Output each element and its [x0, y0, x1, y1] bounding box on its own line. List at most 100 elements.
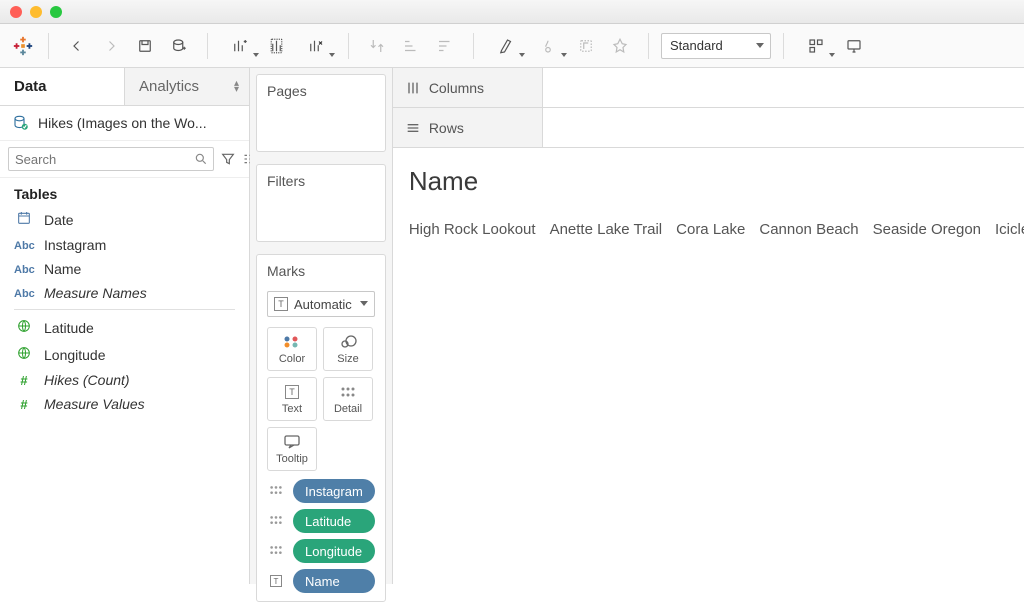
- detail-card[interactable]: Detail: [323, 377, 373, 421]
- text-card[interactable]: T Text: [267, 377, 317, 421]
- tab-analytics[interactable]: Analytics ▴▾: [124, 68, 249, 105]
- pill-instagram[interactable]: Instagram: [293, 479, 375, 503]
- tab-analytics-label: Analytics: [139, 78, 199, 95]
- marks-card: Marks T Automatic Color Size T: [256, 254, 386, 602]
- window-titlebar: [0, 0, 1024, 24]
- tables-heading: Tables: [0, 178, 249, 206]
- sort-desc-button[interactable]: [429, 31, 461, 61]
- field-latitude[interactable]: Latitude: [8, 314, 241, 341]
- close-window-button[interactable]: [10, 6, 22, 18]
- field-type-icon: #: [14, 397, 34, 412]
- datasource-icon: [12, 114, 30, 132]
- undo-button[interactable]: [61, 31, 93, 61]
- marks-label: Marks: [257, 255, 385, 287]
- field-instagram[interactable]: AbcInstagram: [8, 233, 241, 257]
- rows-shelf[interactable]: [543, 108, 1024, 147]
- mark-type-label: Automatic: [294, 297, 352, 312]
- columns-shelf-label: Columns: [393, 68, 543, 107]
- field-label: Name: [44, 261, 81, 277]
- show-me-button[interactable]: [796, 31, 836, 61]
- field-measure-values[interactable]: #Measure Values: [8, 392, 241, 416]
- cards-pane: Pages Filters Marks T Automatic Color: [250, 68, 393, 584]
- color-card[interactable]: Color: [267, 327, 317, 371]
- field-list: DateAbcInstagramAbcNameAbcMeasure NamesL…: [0, 206, 249, 424]
- tooltip-card[interactable]: Tooltip: [267, 427, 317, 471]
- search-row: ▾: [0, 140, 249, 178]
- worksheet-pane: Columns Rows Name High Rock LookoutAnett…: [393, 68, 1024, 584]
- viz-body: High Rock Lookout Anette Lake Trail Cora L…: [409, 217, 1024, 243]
- field-hikes-count-[interactable]: #Hikes (Count): [8, 368, 241, 392]
- filters-shelf[interactable]: Filters: [256, 164, 386, 242]
- field-label: Measure Names: [44, 285, 147, 301]
- pill-longitude[interactable]: Longitude: [293, 539, 375, 563]
- labels-button[interactable]: [570, 31, 602, 61]
- filters-label: Filters: [257, 165, 385, 197]
- analytics-sort-icon: ▴▾: [234, 81, 239, 93]
- text-icon[interactable]: T: [267, 575, 285, 588]
- new-worksheet-button[interactable]: [220, 31, 260, 61]
- tooltip-icon: [284, 433, 300, 451]
- text-mark-icon: T: [274, 297, 288, 311]
- size-card[interactable]: Size: [323, 327, 373, 371]
- sort-asc-button[interactable]: [395, 31, 427, 61]
- detail-icon: [340, 383, 356, 401]
- main-toolbar: Standard: [0, 24, 1024, 68]
- field-date[interactable]: Date: [8, 206, 241, 233]
- datasource-row[interactable]: Hikes (Images on the Wo...: [0, 106, 249, 140]
- columns-icon: [405, 80, 421, 96]
- minimize-window-button[interactable]: [30, 6, 42, 18]
- duplicate-sheet-button[interactable]: [262, 31, 294, 61]
- rows-icon: [405, 120, 421, 136]
- fit-selector[interactable]: Standard: [661, 33, 771, 59]
- tooltip-card-label: Tooltip: [276, 453, 308, 465]
- mark-text[interactable]: Cora Lake: [676, 221, 745, 238]
- field-type-icon: Abc: [14, 286, 34, 300]
- presentation-mode-button[interactable]: [838, 31, 870, 61]
- pill-name[interactable]: Name: [293, 569, 375, 593]
- field-name[interactable]: Abc Name: [8, 257, 241, 281]
- search-icon: [194, 152, 208, 169]
- pages-shelf[interactable]: Pages: [256, 74, 386, 152]
- datasource-name: Hikes (Images on the Wo...: [38, 115, 207, 131]
- field-measure-names[interactable]: Abc Measure Names: [8, 281, 241, 305]
- viz-canvas[interactable]: Name High Rock Lookout Anette Lake Trail C…: [393, 148, 1024, 584]
- viz-title[interactable]: Name: [409, 166, 1024, 197]
- pill-row: Longitude: [267, 539, 375, 563]
- tab-data[interactable]: Data: [0, 68, 124, 105]
- pin-button[interactable]: [604, 31, 636, 61]
- field-type-icon: Abc: [14, 262, 34, 276]
- mark-text[interactable]: Icicle Ridge Trail: [995, 221, 1024, 238]
- columns-shelf[interactable]: [543, 68, 1024, 107]
- field-label: Latitude: [44, 320, 94, 336]
- clear-sheet-button[interactable]: [296, 31, 336, 61]
- detail-icon[interactable]: [267, 544, 285, 559]
- text-icon: T: [285, 383, 299, 401]
- pill-latitude[interactable]: Latitude: [293, 509, 375, 533]
- new-datasource-button[interactable]: [163, 31, 195, 61]
- color-card-label: Color: [279, 353, 305, 365]
- redo-button[interactable]: [95, 31, 127, 61]
- mark-text[interactable]: Anette Lake Trail: [550, 221, 663, 238]
- detail-icon[interactable]: [267, 484, 285, 499]
- field-longitude[interactable]: Longitude: [8, 341, 241, 368]
- data-pane: Data Analytics ▴▾ Hikes (Images on the W…: [0, 68, 250, 584]
- mark-type-selector[interactable]: T Automatic: [267, 291, 375, 317]
- filter-fields-button[interactable]: [220, 149, 236, 169]
- mark-text[interactable]: Cannon Beach: [759, 221, 858, 238]
- group-button[interactable]: [528, 31, 568, 61]
- marks-pills: Instagram Latitude Longitude T Name: [257, 471, 385, 593]
- detail-icon[interactable]: [267, 514, 285, 529]
- chevron-down-icon: [360, 301, 368, 306]
- mark-text[interactable]: Seaside Oregon: [873, 221, 981, 238]
- field-type-icon: [14, 210, 34, 229]
- pill-row: T Name: [267, 569, 375, 593]
- highlight-button[interactable]: [486, 31, 526, 61]
- zoom-window-button[interactable]: [50, 6, 62, 18]
- size-card-label: Size: [337, 353, 358, 365]
- field-type-icon: [14, 345, 34, 364]
- save-button[interactable]: [129, 31, 161, 61]
- mark-text[interactable]: High Rock Lookout: [409, 221, 536, 238]
- swap-button[interactable]: [361, 31, 393, 61]
- field-type-icon: Abc: [14, 238, 34, 252]
- search-input[interactable]: [8, 147, 214, 171]
